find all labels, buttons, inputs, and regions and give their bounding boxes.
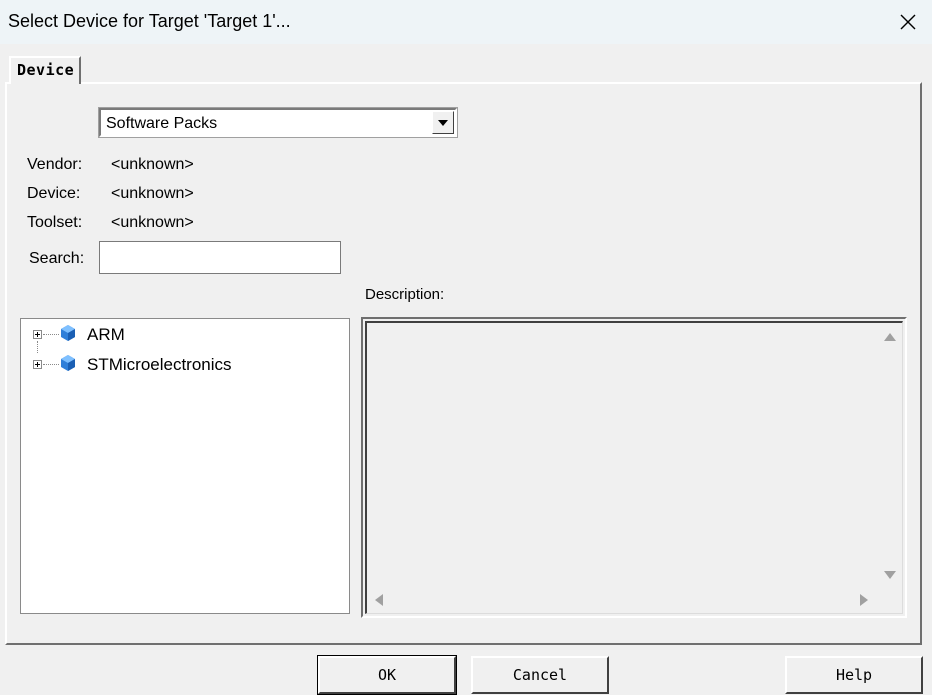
vertical-scrollbar[interactable]: [880, 323, 902, 591]
scroll-down-icon[interactable]: [884, 571, 896, 579]
expand-icon[interactable]: [33, 360, 42, 369]
vendor-value: <unknown>: [111, 156, 194, 173]
vendor-gem-icon: [61, 355, 75, 371]
toolset-value: <unknown>: [111, 214, 194, 231]
device-value: <unknown>: [111, 185, 194, 202]
horizontal-scrollbar[interactable]: [367, 591, 880, 613]
scroll-up-icon[interactable]: [884, 333, 896, 341]
device-label: Device:: [27, 185, 81, 202]
scroll-right-icon[interactable]: [860, 594, 868, 606]
source-select-dropdown-button[interactable]: [432, 111, 454, 134]
source-select-value: Software Packs: [106, 115, 218, 132]
close-icon: [900, 14, 916, 30]
description-box: [361, 317, 907, 618]
tree-item-label: STMicroelectronics: [87, 355, 232, 374]
chevron-down-icon: [438, 119, 448, 126]
title-bar: Select Device for Target 'Target 1'...: [0, 0, 932, 44]
help-button[interactable]: Help: [785, 656, 923, 694]
tree-item-stmicroelectronics[interactable]: STMicroelectronics: [21, 351, 321, 377]
scroll-left-icon[interactable]: [375, 594, 383, 606]
search-input[interactable]: [99, 241, 341, 274]
search-label: Search:: [29, 250, 85, 267]
toolset-label: Toolset:: [27, 214, 83, 231]
description-label: Description:: [365, 286, 445, 303]
close-button[interactable]: [884, 0, 932, 44]
vendor-label: Vendor:: [27, 156, 83, 173]
description-text-area[interactable]: [365, 321, 903, 614]
expand-icon[interactable]: [33, 330, 42, 339]
source-select[interactable]: Software Packs: [98, 107, 458, 138]
tree-branch-line: [43, 334, 59, 335]
cancel-button[interactable]: Cancel: [471, 656, 609, 694]
tab-device[interactable]: Device: [9, 56, 81, 84]
ok-button[interactable]: OK: [317, 655, 457, 695]
tree-item-label: ARM: [87, 325, 125, 344]
window-title: Select Device for Target 'Target 1'...: [8, 11, 291, 31]
tree-item-arm[interactable]: ARM: [21, 321, 321, 347]
tree-branch-line: [43, 364, 59, 365]
vendor-gem-icon: [61, 325, 75, 341]
device-tree[interactable]: ARM STMicroelectronics: [20, 318, 350, 614]
